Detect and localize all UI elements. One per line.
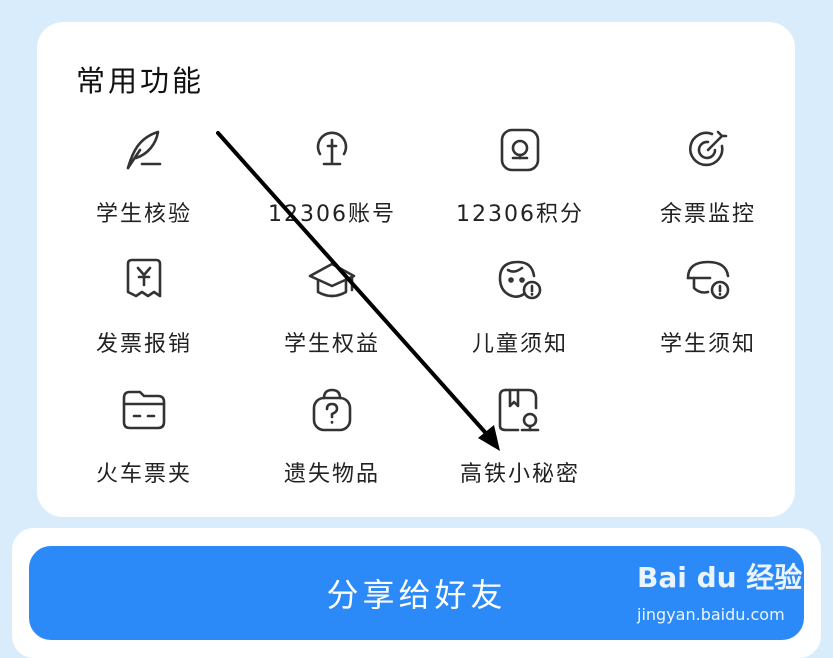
common-functions-card: 常用功能 学生核验 12306账号 12306积分 余票监控 发票报销 学生权益… <box>37 22 795 517</box>
lost-bag-question-icon <box>306 384 358 436</box>
function-grid: 学生核验 12306账号 12306积分 余票监控 发票报销 学生权益 儿童须知… <box>37 22 795 517</box>
function-item-lost-items[interactable]: 遗失物品 <box>237 384 427 494</box>
account-lamp-icon <box>306 124 358 176</box>
function-label: 发票报销 <box>95 332 192 357</box>
function-label: 学生权益 <box>283 332 380 357</box>
function-label: 学生须知 <box>659 332 756 357</box>
watermark-url: jingyan.baidu.com <box>637 605 785 624</box>
student-cap-info-icon <box>682 254 734 306</box>
function-item-ticket-folder[interactable]: 火车票夹 <box>49 384 239 494</box>
points-icon <box>494 124 546 176</box>
watermark-brand: Bai du 经验 <box>637 561 803 594</box>
function-item-12306-points[interactable]: 12306积分 <box>425 124 615 234</box>
feather-pen-icon <box>118 124 170 176</box>
function-item-ticket-monitor[interactable]: 余票监控 <box>613 124 803 234</box>
child-face-info-icon <box>494 254 546 306</box>
function-item-student-benefits[interactable]: 学生权益 <box>237 254 427 364</box>
graduation-cap-icon <box>306 254 358 306</box>
function-label: 余票监控 <box>659 202 756 227</box>
function-item-invoice[interactable]: 发票报销 <box>49 254 239 364</box>
ticket-folder-icon <box>118 384 170 436</box>
function-item-student-verify[interactable]: 学生核验 <box>49 124 239 234</box>
target-icon <box>682 124 734 176</box>
function-label: 学生核验 <box>95 202 192 227</box>
function-item-student-notice[interactable]: 学生须知 <box>613 254 803 364</box>
function-label: 遗失物品 <box>283 462 380 487</box>
function-item-child-notice[interactable]: 儿童须知 <box>425 254 615 364</box>
baidu-jingyan-watermark: Bai du 经验 jingyan.baidu.com <box>637 556 802 628</box>
function-label: 12306账号 <box>268 202 396 227</box>
train-secret-book-icon <box>494 384 546 436</box>
function-label: 火车票夹 <box>95 462 192 487</box>
function-label: 高铁小秘密 <box>459 462 580 487</box>
function-label: 儿童须知 <box>471 332 568 357</box>
invoice-yen-icon <box>118 254 170 306</box>
function-item-12306-account[interactable]: 12306账号 <box>237 124 427 234</box>
function-item-hsr-secrets[interactable]: 高铁小秘密 <box>425 384 615 494</box>
function-label: 12306积分 <box>456 202 584 227</box>
